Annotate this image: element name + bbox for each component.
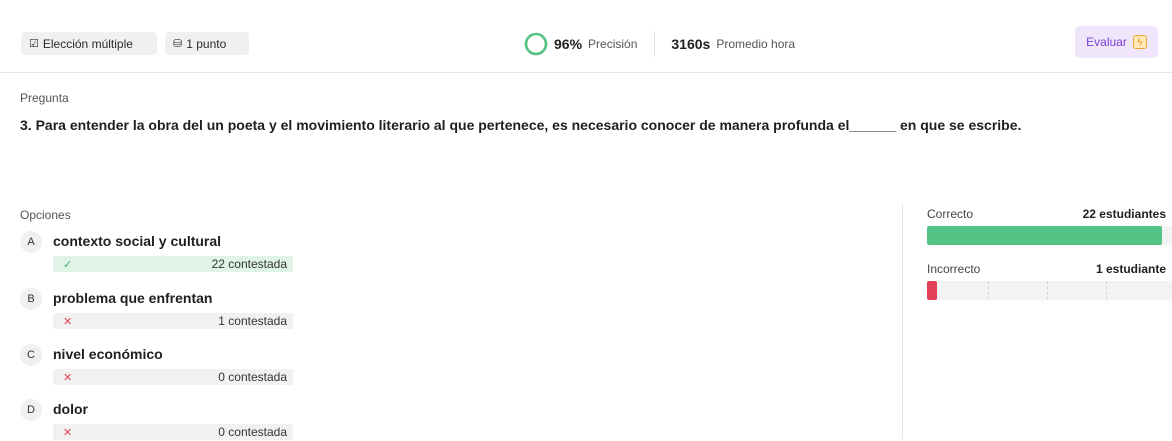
correct-count: 22 estudiantes [1082, 207, 1166, 221]
cross-icon: ✕ [63, 315, 73, 328]
stats-divider [654, 31, 656, 57]
avg-time-label: Promedio hora [716, 37, 796, 51]
question-label: Pregunta [20, 91, 69, 105]
option-letter: D [20, 399, 42, 421]
correct-progress-fill [927, 226, 1162, 245]
points-label: 1 punto [186, 36, 227, 51]
coins-icon: ⛁ [173, 38, 183, 50]
option-response-bar: ✕ 1 contestada [53, 313, 293, 329]
incorrect-progress-fill [927, 281, 937, 300]
question-text: 3. Para entender la obra del un poeta y … [20, 117, 1022, 133]
option-response-bar: ✕ 0 contestada [53, 369, 293, 385]
question-type-chip: ☑ Elección múltiple [21, 32, 157, 55]
accuracy-value: 96% [554, 36, 583, 52]
grid-tick [1047, 281, 1048, 300]
option-response-bar: ✕ 0 contestada [53, 424, 293, 440]
incorrect-progress-bar [927, 281, 1172, 300]
grid-tick [988, 281, 989, 300]
points-chip: ⛁ 1 punto [165, 32, 249, 55]
response-count: 22 contestada [211, 257, 287, 271]
grid-tick [1106, 281, 1107, 300]
correct-progress-bar [927, 226, 1172, 245]
cross-icon: ✕ [63, 426, 73, 439]
question-header: ☑ Elección múltiple ⛁ 1 punto 96% Precis… [0, 0, 1172, 73]
option-letter: A [20, 231, 42, 253]
incorrect-label: Incorrecto [927, 262, 981, 276]
evaluate-button-label: Evaluar [1086, 35, 1127, 49]
option-c: C nivel económico ✕ 0 contestada [20, 344, 300, 388]
cross-icon: ✕ [63, 371, 73, 384]
response-count: 0 contestada [218, 370, 287, 384]
check-icon: ✓ [63, 258, 73, 271]
checkbox-icon: ☑ [29, 38, 39, 50]
question-stats: 96% Precisión 3160s Promedio hora [524, 30, 795, 58]
option-response-bar: ✓ 22 contestada [53, 256, 293, 272]
accuracy-label: Precisión [588, 37, 638, 51]
option-text: problema que enfrentan [53, 290, 213, 306]
options-label: Opciones [20, 208, 71, 222]
evaluate-button[interactable]: Evaluar ϟ [1075, 26, 1158, 58]
panel-divider [902, 203, 903, 439]
accuracy-ring-icon [524, 32, 548, 56]
option-text: dolor [53, 401, 88, 417]
option-b: B problema que enfrentan ✕ 1 contestada [20, 288, 300, 332]
avg-time-value: 3160s [671, 36, 711, 52]
bolt-icon: ϟ [1132, 35, 1147, 49]
response-count: 1 contestada [218, 314, 287, 328]
response-count: 0 contestada [218, 425, 287, 439]
incorrect-count: 1 estudiante [1095, 262, 1166, 276]
option-letter: B [20, 288, 42, 310]
option-text: nivel económico [53, 346, 163, 362]
correct-label: Correcto [927, 207, 974, 221]
question-type-label: Elección múltiple [42, 36, 133, 51]
option-a: A contexto social y cultural ✓ 22 contes… [20, 231, 300, 275]
option-d: D dolor ✕ 0 contestada [20, 399, 300, 441]
option-letter: C [20, 344, 42, 366]
option-text: contexto social y cultural [53, 233, 222, 249]
